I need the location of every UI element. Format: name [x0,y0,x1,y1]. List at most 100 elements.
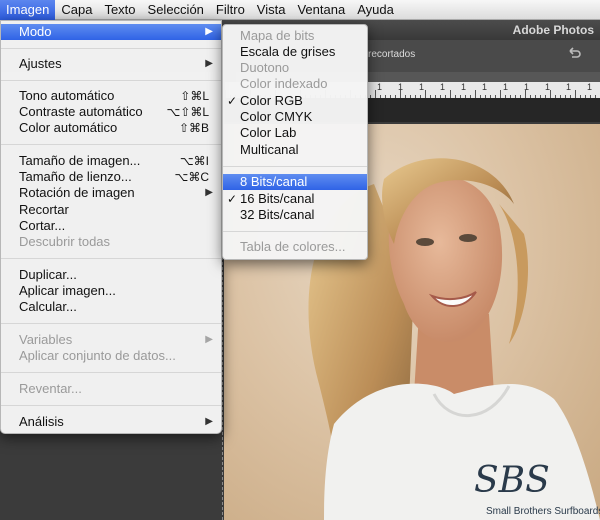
menu-item-tono-automatico[interactable]: Tono automático ⇧⌘L [1,88,221,104]
menu-item-label: Tamaño de imagen... [19,153,141,168]
ruler-tick [500,90,501,98]
ruler-number: 1 [482,82,488,92]
menu-item-contraste-automatico[interactable]: Contraste automático ⌥⇧⌘L [1,104,221,120]
menu-item-shortcut: ⌥⇧⌘L [166,105,209,119]
menu-item-16-bits[interactable]: ✓ 16 Bits/canal [223,191,367,207]
menu-item-aplicar-imagen[interactable]: Aplicar imagen... [1,283,221,299]
menu-vista[interactable]: Vista [251,0,292,20]
menu-item-label: 8 Bits/canal [240,174,308,189]
shirt-print-text: SBS [474,460,550,501]
ruler-number: 1 [461,82,467,92]
menu-separator [223,166,367,167]
menu-item-label: Rotación de imagen [19,185,135,200]
menu-item-recortar[interactable]: Recortar [1,202,221,218]
menu-separator [1,372,221,373]
menu-capa[interactable]: Capa [55,0,98,20]
menu-item-label: Tabla de colores... [240,239,346,254]
menu-imagen[interactable]: Imagen [0,0,56,20]
ruler-number: 1 [419,82,425,92]
menu-bar: Imagen Capa Texto Selección Filtro Vista… [0,0,600,20]
menu-item-cortar[interactable]: Cortar... [1,218,221,234]
menu-item-shortcut: ⌥⌘I [179,154,209,168]
menu-filtro[interactable]: Filtro [210,0,251,20]
submenu-arrow-icon: ▶ [205,187,213,198]
ruler-tick [425,90,426,98]
menu-item-descubrir-todas: Descubrir todas [1,234,221,250]
ruler-number: 1 [398,82,404,92]
menu-separator [1,405,221,406]
menu-separator [1,144,221,145]
submenu-arrow-icon: ▶ [205,334,213,345]
menu-item-label: Reventar... [19,381,82,396]
menu-item-label: 32 Bits/canal [240,207,315,222]
ruler-number: 1 [524,82,530,92]
menu-separator [1,258,221,259]
menu-item-label: Contraste automático [19,104,143,119]
menu-item-color-automatico[interactable]: Color automático ⇧⌘B [1,120,221,136]
menu-item-shortcut: ⌥⌘C [174,170,210,184]
menu-item-label: 16 Bits/canal [240,191,315,206]
menu-item-color-indexado: Color indexado [223,76,367,92]
menu-item-label: Calcular... [19,299,77,314]
menu-item-8-bits[interactable]: 8 Bits/canal [223,174,367,190]
menu-item-aplicar-conjunto-datos: Aplicar conjunto de datos... [1,348,221,364]
menu-item-label: Recortar [19,202,69,217]
ruler-number: 1 [587,82,593,92]
menu-item-label: Aplicar conjunto de datos... [19,348,176,363]
menu-item-modo[interactable]: Modo ▶ [1,24,221,40]
ruler-tick [450,90,451,98]
menu-item-label: Análisis [19,414,64,429]
menu-item-multicanal[interactable]: Multicanal [223,142,367,158]
ruler-tick [375,90,376,98]
menu-seleccion[interactable]: Selección [142,0,210,20]
ruler-number: 1 [377,82,383,92]
menu-item-ajustes[interactable]: Ajustes ▶ [1,56,221,72]
menu-item-escala-grises[interactable]: Escala de grises [223,44,367,60]
menu-item-shortcut: ⇧⌘B [178,121,209,135]
submenu-arrow-icon: ▶ [205,58,213,69]
menu-item-tamano-imagen[interactable]: Tamaño de imagen... ⌥⌘I [1,153,221,169]
menu-item-color-cmyk[interactable]: Color CMYK [223,109,367,125]
menu-separator [1,80,221,81]
menu-item-label: Color RGB [240,93,303,108]
menu-item-tamano-lienzo[interactable]: Tamaño de lienzo... ⌥⌘C [1,169,221,185]
menu-item-calcular[interactable]: Calcular... [1,299,221,315]
app-title: Adobe Photos [512,23,594,37]
menu-ayuda[interactable]: Ayuda [351,0,400,20]
menu-item-label: Color CMYK [240,109,313,124]
menu-separator [1,48,221,49]
menu-item-label: Variables [19,332,73,347]
ruler-number: 1 [503,82,509,92]
shirt-print-subtext: Small Brothers Surfboards [486,506,600,517]
menu-separator [223,231,367,232]
menu-item-label: Modo [19,24,52,39]
menu-item-color-lab[interactable]: Color Lab [223,125,367,141]
menu-texto[interactable]: Texto [98,0,141,20]
ruler-tick [550,90,551,98]
menu-item-tabla-colores: Tabla de colores... [223,239,367,255]
menu-ventana[interactable]: Ventana [291,0,351,20]
menu-item-label: Aplicar imagen... [19,283,116,298]
menu-item-duplicar[interactable]: Duplicar... [1,267,221,283]
menu-item-reventar: Reventar... [1,381,221,397]
ruler-number: 1 [440,82,446,92]
submenu-arrow-icon: ▶ [205,416,213,427]
menu-item-32-bits[interactable]: 32 Bits/canal [223,207,367,223]
menu-item-shortcut: ⇧⌘L [180,89,209,103]
menu-item-label: Duotono [240,60,290,75]
ruler-tick [575,90,576,98]
menu-item-analisis[interactable]: Análisis ▶ [1,414,221,430]
menu-item-label: Duplicar... [19,267,77,282]
menu-item-variables: Variables ▶ [1,332,221,348]
checkmark-icon: ✓ [227,94,238,108]
menu-item-color-rgb[interactable]: ✓ Color RGB [223,93,367,109]
undo-icon[interactable] [566,45,582,61]
ruler-number: 1 [566,82,572,92]
menu-item-label: Descubrir todas [19,234,111,249]
menu-item-label: Color automático [19,120,118,135]
menu-item-label: Multicanal [240,142,299,157]
ruler-tick [475,90,476,98]
menu-item-label: Cortar... [19,218,66,233]
menu-item-rotacion-imagen[interactable]: Rotación de imagen ▶ [1,185,221,201]
modo-submenu: Mapa de bits Escala de grises Duotono Co… [222,24,368,260]
